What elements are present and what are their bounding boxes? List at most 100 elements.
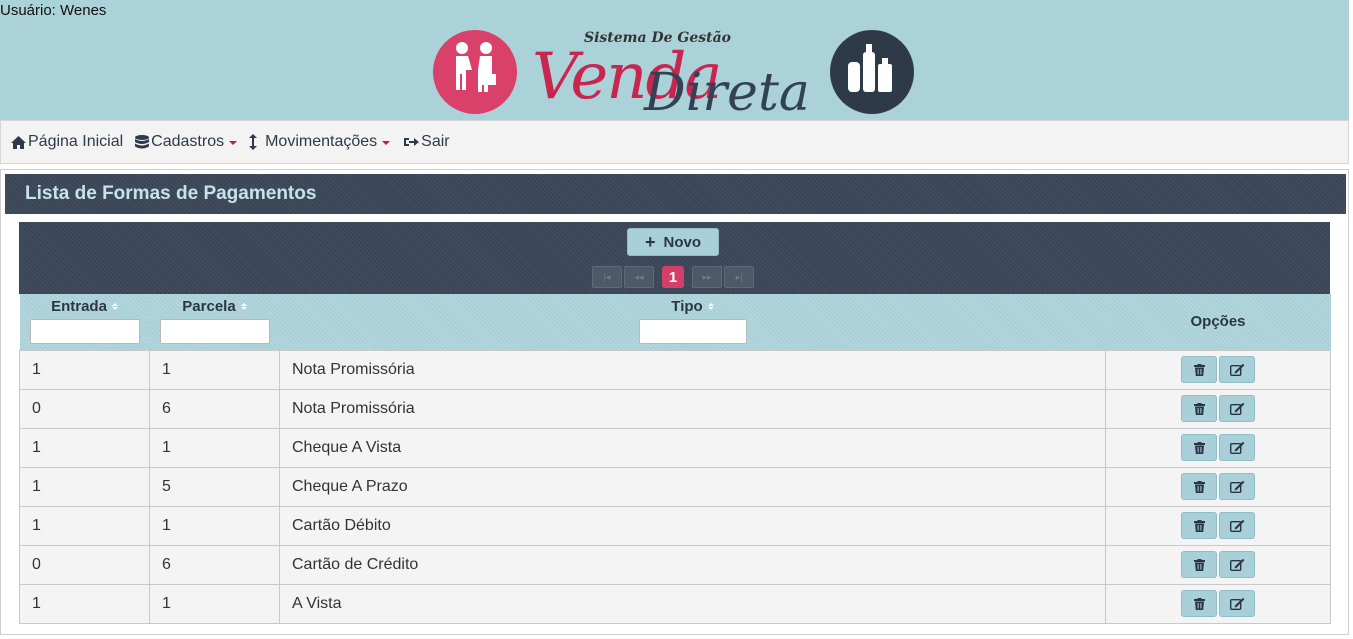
logo: Sistema De Gestão Venda Direta xyxy=(433,29,914,118)
cell-tipo: Nota Promissória xyxy=(279,388,1106,429)
column-header-entrada: Entrada xyxy=(19,294,150,350)
column-label: Parcela xyxy=(182,298,236,315)
cell-parcela: 6 xyxy=(149,544,280,585)
menu-item-label: Movimentações xyxy=(265,133,378,150)
menu-item-label: Cadastros xyxy=(151,133,225,150)
cell-opcoes xyxy=(1105,583,1331,624)
logo-word-direta: Direta xyxy=(643,63,810,118)
new-button[interactable]: + Novo xyxy=(627,228,719,256)
column-header-tipo: Tipo xyxy=(279,294,1106,350)
panel-header: Lista de Formas de Pagamentos xyxy=(5,174,1346,214)
first-page-button[interactable]: |◂ xyxy=(592,266,622,288)
table-row: 0 6 Cartão de Crédito xyxy=(19,544,1331,585)
last-page-button[interactable]: ▸| xyxy=(724,266,754,288)
edit-button[interactable] xyxy=(1219,395,1255,422)
table-row: 0 6 Nota Promissória xyxy=(19,388,1331,429)
edit-icon xyxy=(1229,597,1245,610)
payment-methods-grid: + Novo |◂ ◂◂ 1 ▸▸ ▸| Entrada Parcela Tip… xyxy=(19,222,1331,624)
delete-button[interactable] xyxy=(1181,512,1217,539)
plus-icon: + xyxy=(644,231,656,252)
cell-entrada: 1 xyxy=(19,466,150,507)
chevron-down-icon xyxy=(229,141,238,145)
menu-item-pagina-inicial[interactable]: Página Inicial xyxy=(11,133,123,151)
cell-entrada: 1 xyxy=(19,427,150,468)
cell-entrada: 1 xyxy=(19,583,150,624)
grid-toolbar: + Novo |◂ ◂◂ 1 ▸▸ ▸| xyxy=(19,222,1330,294)
last-page-icon: ▸| xyxy=(735,271,743,282)
menu-item-cadastros[interactable]: Cadastros xyxy=(135,133,238,151)
cell-opcoes xyxy=(1105,466,1331,507)
column-label: Tipo xyxy=(671,298,703,315)
sort-tipo[interactable]: Tipo xyxy=(671,298,714,315)
page-title: Lista de Formas de Pagamentos xyxy=(25,183,317,204)
delete-button[interactable] xyxy=(1181,356,1217,383)
handshake-logo-icon xyxy=(433,30,517,114)
bottles-logo-icon xyxy=(830,30,914,114)
chevron-down-icon xyxy=(382,141,391,145)
delete-button[interactable] xyxy=(1181,395,1217,422)
cell-parcela: 1 xyxy=(149,505,280,546)
cell-tipo: Cartão de Crédito xyxy=(279,544,1106,585)
table-row: 11A Vista xyxy=(19,583,1331,624)
edit-icon xyxy=(1229,480,1245,493)
user-label: Usuário: Wenes xyxy=(0,2,107,19)
cell-entrada: 1 xyxy=(19,505,150,546)
edit-icon xyxy=(1229,441,1245,454)
next-page-button[interactable]: ▸▸ xyxy=(692,266,722,288)
cell-parcela: 1 xyxy=(149,583,280,624)
cell-tipo: Nota Promissória xyxy=(279,349,1106,390)
cell-opcoes xyxy=(1105,505,1331,546)
cell-opcoes xyxy=(1105,388,1331,429)
edit-button[interactable] xyxy=(1219,590,1255,617)
tipo-filter-input[interactable] xyxy=(638,319,747,344)
column-label: Opções xyxy=(1190,313,1246,331)
edit-button[interactable] xyxy=(1219,512,1255,539)
column-header-parcela: Parcela xyxy=(149,294,280,350)
edit-button[interactable] xyxy=(1219,356,1255,383)
delete-button[interactable] xyxy=(1181,590,1217,617)
vertical-arrows-icon xyxy=(249,134,258,150)
edit-button[interactable] xyxy=(1219,473,1255,500)
table-body: 1 1 Nota Promissória 0 6 Nota Promissória 1 1 Ch… xyxy=(19,349,1331,624)
sort-entrada[interactable]: Entrada xyxy=(51,298,118,315)
trash-icon xyxy=(1193,363,1205,376)
entrada-filter-input[interactable] xyxy=(29,319,140,344)
trash-icon xyxy=(1193,441,1205,454)
trash-icon xyxy=(1193,558,1205,571)
menu-item-movimentacoes[interactable]: Movimentações xyxy=(249,133,391,151)
column-header-opcoes: Opções xyxy=(1105,294,1331,350)
menu-item-sair[interactable]: Sair xyxy=(402,133,450,151)
parcela-filter-input[interactable] xyxy=(159,319,270,344)
delete-button[interactable] xyxy=(1181,434,1217,461)
sort-icon xyxy=(111,303,118,310)
previous-page-icon: ◂◂ xyxy=(634,271,644,282)
cell-opcoes xyxy=(1105,544,1331,585)
cell-tipo: Cheque A Vista xyxy=(279,427,1106,468)
sort-icon xyxy=(240,303,247,310)
trash-icon xyxy=(1193,519,1205,532)
current-page-button[interactable]: 1 xyxy=(662,266,684,288)
delete-button[interactable] xyxy=(1181,473,1217,500)
column-label: Entrada xyxy=(51,298,107,315)
edit-icon xyxy=(1229,519,1245,532)
cell-entrada: 0 xyxy=(19,388,150,429)
header-banner: Usuário: Wenes Sistema De Gestão Venda D… xyxy=(0,0,1349,120)
edit-button[interactable] xyxy=(1219,434,1255,461)
delete-button[interactable] xyxy=(1181,551,1217,578)
previous-page-button[interactable]: ◂◂ xyxy=(624,266,654,288)
table-row: 1 1 Cheque A Vista xyxy=(19,427,1331,468)
new-button-label: Novo xyxy=(663,233,702,251)
table-header-row: Entrada Parcela Tipo Opções xyxy=(19,294,1331,350)
cell-tipo: Cheque A Prazo xyxy=(279,466,1106,507)
table-row: 1 1 Cartão Débito xyxy=(19,505,1331,546)
cell-parcela: 6 xyxy=(149,388,280,429)
edit-button[interactable] xyxy=(1219,551,1255,578)
database-icon xyxy=(135,134,150,150)
cell-parcela: 1 xyxy=(149,427,280,468)
cell-tipo: Cartão Débito xyxy=(279,505,1106,546)
home-icon xyxy=(11,135,26,149)
first-page-icon: |◂ xyxy=(603,271,611,282)
cell-parcela: 1 xyxy=(149,349,280,390)
cell-opcoes xyxy=(1105,349,1331,390)
sort-parcela[interactable]: Parcela xyxy=(182,298,247,315)
